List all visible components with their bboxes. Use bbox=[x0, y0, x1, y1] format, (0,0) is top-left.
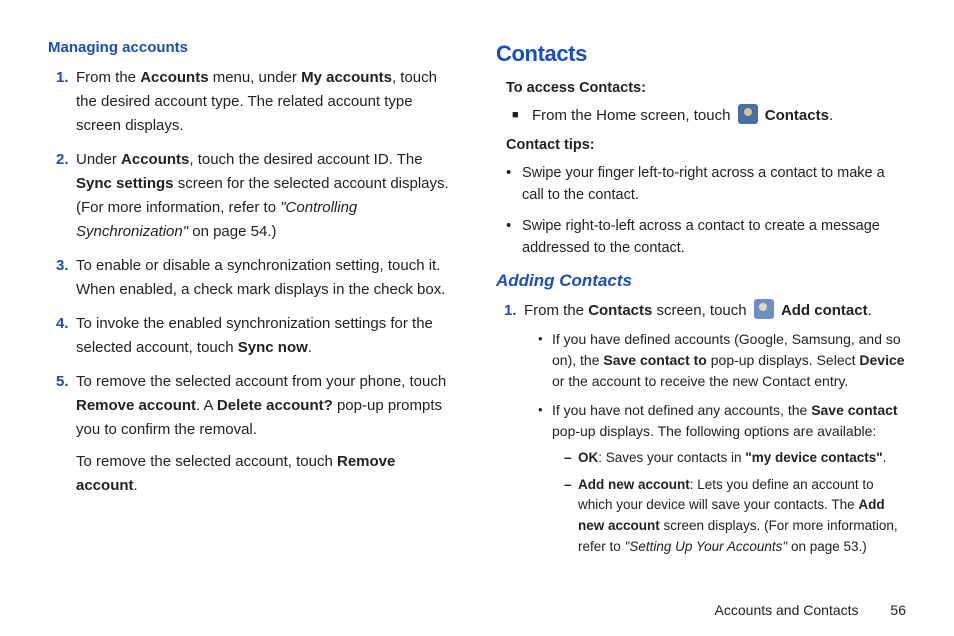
sub-bullet: • If you have not defined any accounts, … bbox=[538, 400, 906, 565]
subhead-access: To access Contacts: bbox=[506, 77, 906, 100]
heading-managing-accounts: Managing accounts bbox=[48, 36, 458, 60]
dash-item: – OK: Saves your contacts in "my device … bbox=[564, 448, 906, 469]
step-4: 4. To invoke the enabled synchronization… bbox=[48, 312, 458, 360]
contact-tips-list: •Swipe your finger left-to-right across … bbox=[496, 162, 906, 260]
step-number: 4. bbox=[48, 312, 76, 360]
sub-bullet: • If you have defined accounts (Google, … bbox=[538, 329, 906, 392]
right-column: Contacts To access Contacts: ■ From the … bbox=[496, 36, 906, 582]
subhead-tips: Contact tips: bbox=[506, 134, 906, 157]
left-column: Managing accounts 1. From the Accounts m… bbox=[48, 36, 458, 582]
page-footer: Accounts and Contacts 56 bbox=[715, 602, 906, 618]
step-1: 1. From the Accounts menu, under My acco… bbox=[48, 66, 458, 138]
step-body: From the Contacts screen, touch Add cont… bbox=[524, 299, 906, 573]
step-number: 1. bbox=[496, 299, 524, 573]
step-body: To invoke the enabled synchronization se… bbox=[76, 312, 458, 360]
adding-contacts-steps: 1. From the Contacts screen, touch Add c… bbox=[496, 299, 906, 573]
tip-item: •Swipe right-to-left across a contact to… bbox=[506, 215, 906, 260]
dash-item: – Add new account: Lets you define an ac… bbox=[564, 475, 906, 559]
add-contact-icon bbox=[754, 299, 774, 319]
adding-step-1: 1. From the Contacts screen, touch Add c… bbox=[496, 299, 906, 573]
adding-sub-bullets: • If you have defined accounts (Google, … bbox=[524, 329, 906, 565]
contacts-icon bbox=[738, 104, 758, 124]
access-instruction: ■ From the Home screen, touch Contacts. bbox=[512, 104, 906, 128]
square-bullet-icon: ■ bbox=[512, 104, 532, 126]
step-number: 1. bbox=[48, 66, 76, 138]
tip-item: •Swipe your finger left-to-right across … bbox=[506, 162, 906, 207]
heading-adding-contacts: Adding Contacts bbox=[496, 267, 906, 294]
step-2: 2. Under Accounts, touch the desired acc… bbox=[48, 148, 458, 244]
step-body: From the Accounts menu, under My account… bbox=[76, 66, 458, 138]
step-number: 5. bbox=[48, 370, 76, 498]
step-5: 5. To remove the selected account from y… bbox=[48, 370, 458, 498]
footer-section: Accounts and Contacts bbox=[715, 602, 859, 618]
dash-options: – OK: Saves your contacts in "my device … bbox=[552, 448, 906, 559]
heading-contacts: Contacts bbox=[496, 36, 906, 71]
step-extra: To remove the selected account, touch Re… bbox=[76, 450, 458, 498]
step-body: To enable or disable a synchronization s… bbox=[76, 254, 458, 302]
page-number: 56 bbox=[890, 602, 906, 618]
managing-accounts-steps: 1. From the Accounts menu, under My acco… bbox=[48, 66, 458, 498]
two-column-layout: Managing accounts 1. From the Accounts m… bbox=[48, 36, 906, 582]
step-number: 3. bbox=[48, 254, 76, 302]
step-3: 3. To enable or disable a synchronizatio… bbox=[48, 254, 458, 302]
step-number: 2. bbox=[48, 148, 76, 244]
step-body: Under Accounts, touch the desired accoun… bbox=[76, 148, 458, 244]
step-body: To remove the selected account from your… bbox=[76, 370, 458, 498]
